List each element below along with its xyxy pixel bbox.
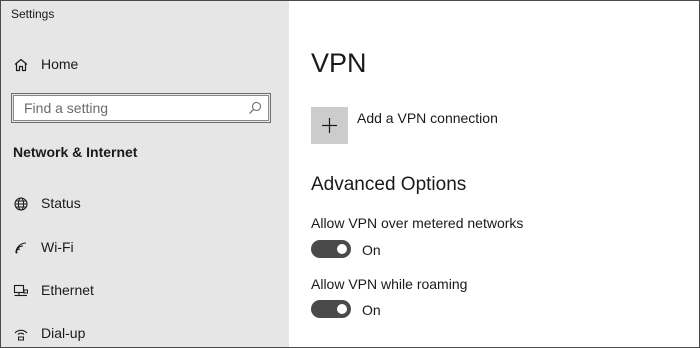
toggle-knob bbox=[337, 244, 347, 254]
sidebar-item-wifi[interactable]: Wi-Fi bbox=[1, 231, 289, 267]
advanced-options-heading: Advanced Options bbox=[311, 174, 467, 195]
globe-icon bbox=[12, 195, 30, 213]
plus-icon bbox=[322, 118, 337, 133]
toggle-knob bbox=[337, 304, 347, 314]
ethernet-icon bbox=[12, 282, 30, 300]
search-input[interactable] bbox=[14, 96, 244, 120]
add-vpn-button[interactable] bbox=[311, 107, 348, 144]
sidebar-item-ethernet[interactable]: Ethernet bbox=[1, 274, 289, 310]
sidebar-item-label: Status bbox=[41, 195, 81, 211]
sidebar-item-label: Ethernet bbox=[41, 282, 94, 298]
metered-networks-label: Allow VPN over metered networks bbox=[311, 215, 524, 231]
dialup-icon bbox=[12, 325, 30, 343]
sidebar-item-label: Home bbox=[41, 56, 79, 72]
metered-networks-toggle[interactable] bbox=[311, 240, 351, 258]
sidebar: Settings Home Network & Internet bbox=[1, 1, 289, 347]
wifi-icon bbox=[12, 239, 30, 257]
main-content: VPN Add a VPN connection Advanced Option… bbox=[289, 1, 699, 347]
window-title: Settings bbox=[11, 7, 55, 21]
search-box[interactable] bbox=[11, 93, 271, 123]
metered-networks-state: On bbox=[362, 242, 381, 258]
sidebar-item-status[interactable]: Status bbox=[1, 187, 289, 223]
search-icon[interactable] bbox=[248, 101, 262, 115]
sidebar-item-home[interactable]: Home bbox=[1, 48, 289, 84]
roaming-label: Allow VPN while roaming bbox=[311, 276, 468, 292]
sidebar-item-dialup[interactable]: Dial-up bbox=[1, 317, 289, 347]
add-vpn-label[interactable]: Add a VPN connection bbox=[357, 110, 498, 126]
roaming-state: On bbox=[362, 302, 381, 318]
home-icon bbox=[12, 56, 30, 74]
section-heading: Network & Internet bbox=[13, 144, 138, 160]
page-title: VPN bbox=[311, 48, 367, 78]
sidebar-item-label: Dial-up bbox=[41, 325, 86, 341]
roaming-toggle[interactable] bbox=[311, 300, 351, 318]
sidebar-item-label: Wi-Fi bbox=[41, 239, 74, 255]
settings-window: Settings Home Network & Internet bbox=[0, 0, 700, 348]
